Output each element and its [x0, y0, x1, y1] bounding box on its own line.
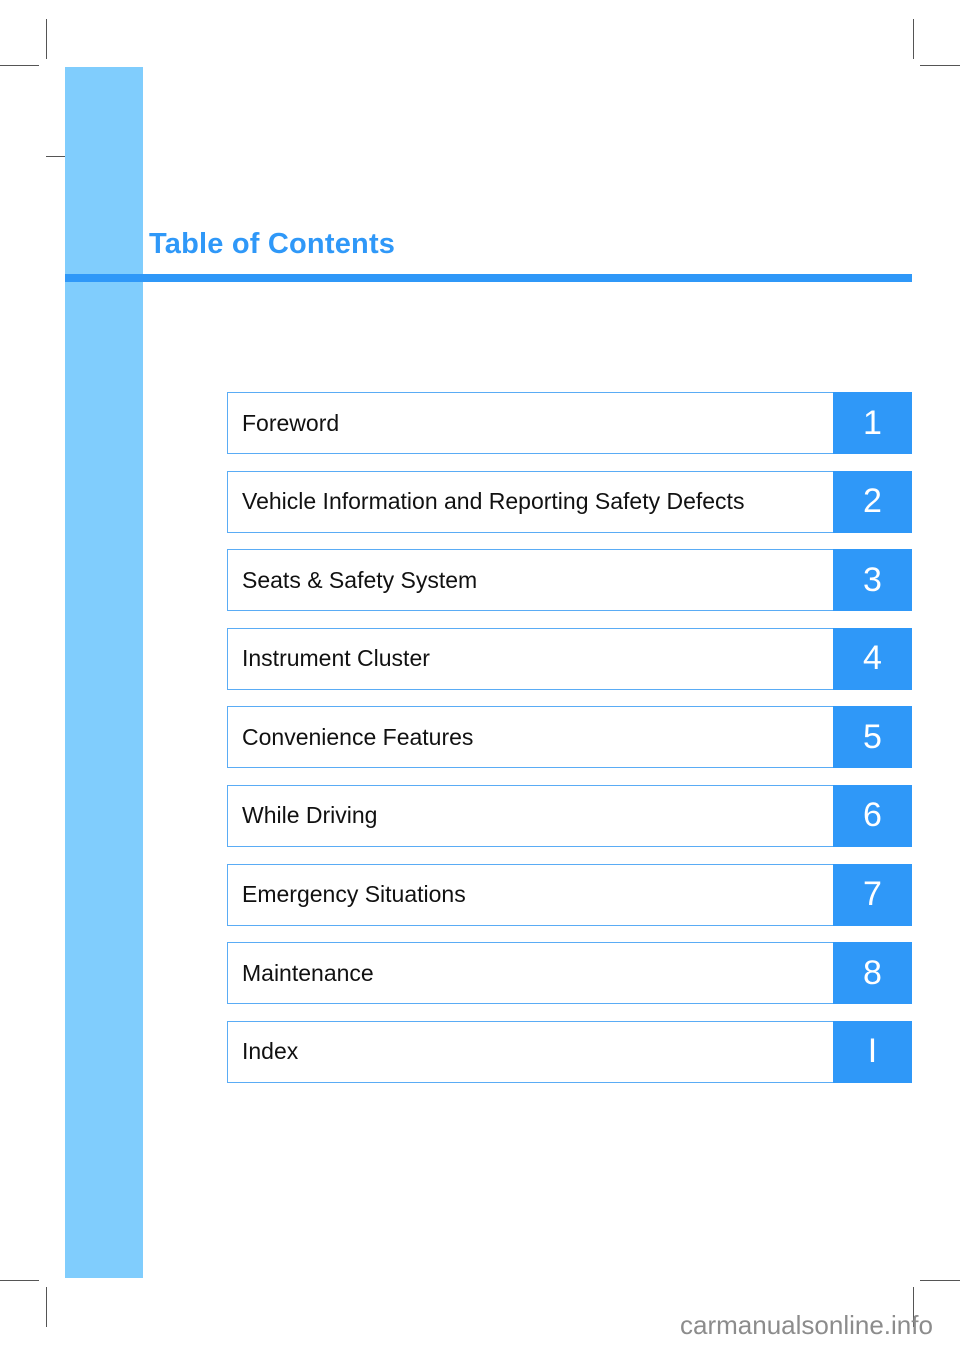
- toc-item-maintenance[interactable]: Maintenance 8: [227, 942, 912, 1005]
- toc-item-label: Convenience Features: [242, 723, 474, 750]
- crop-mark: [46, 19, 47, 59]
- toc-item-convenience-features[interactable]: Convenience Features 5: [227, 706, 912, 769]
- page-title: Table of Contents: [149, 228, 396, 260]
- crop-mark: [0, 65, 39, 66]
- sidebar-band: [65, 67, 143, 1278]
- toc-item-instrument-cluster[interactable]: Instrument Cluster 4: [227, 627, 912, 690]
- watermark: carmanualsonline.info: [680, 1310, 933, 1340]
- toc-item-number: 5: [833, 706, 912, 769]
- toc-item-label: Maintenance: [242, 959, 374, 986]
- toc-item-number: 4: [833, 627, 912, 690]
- toc-item-while-driving[interactable]: While Driving 6: [227, 784, 912, 847]
- toc-item-number: 6: [833, 784, 912, 847]
- toc-item-label: Vehicle Information and Reporting Safety…: [242, 488, 745, 515]
- crop-mark: [46, 156, 65, 157]
- toc-item-vehicle-information[interactable]: Vehicle Information and Reporting Safety…: [227, 470, 912, 533]
- toc-item-number: 7: [833, 863, 912, 926]
- toc-item-label: Emergency Situations: [242, 881, 466, 908]
- toc-item-label: Index: [242, 1038, 299, 1065]
- toc-item-label: While Driving: [242, 802, 378, 829]
- toc-item-number: I: [833, 1020, 912, 1083]
- toc-list: Foreword 1 Vehicle Information and Repor…: [227, 392, 912, 1099]
- toc-item-foreword[interactable]: Foreword 1: [227, 392, 912, 454]
- toc-item-seats-safety[interactable]: Seats & Safety System 3: [227, 549, 912, 612]
- toc-item-label: Instrument Cluster: [242, 645, 430, 672]
- crop-mark: [46, 1287, 47, 1327]
- crop-mark: [920, 65, 960, 66]
- crop-mark: [0, 1280, 39, 1281]
- toc-item-number: 2: [833, 470, 912, 533]
- toc-item-label: Seats & Safety System: [242, 566, 478, 593]
- toc-item-number: 8: [833, 942, 912, 1005]
- title-rule: [65, 274, 912, 282]
- toc-item-emergency-situations[interactable]: Emergency Situations 7: [227, 863, 912, 926]
- toc-item-label: Foreword: [242, 409, 340, 436]
- toc-item-index[interactable]: Index I: [227, 1020, 912, 1083]
- toc-item-number: 3: [833, 549, 912, 612]
- crop-mark: [913, 19, 914, 59]
- crop-mark: [920, 1280, 960, 1281]
- toc-item-number: 1: [833, 392, 912, 454]
